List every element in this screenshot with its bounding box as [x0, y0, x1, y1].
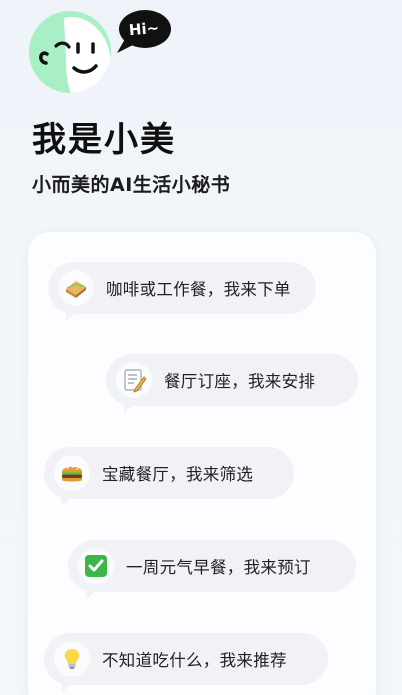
- feature-item-order-coffee[interactable]: 咖啡或工作餐，我来下单: [48, 262, 316, 321]
- feature-label: 餐厅订座，我来安排: [164, 372, 316, 391]
- page-title: 我是小美: [32, 120, 176, 160]
- feature-item-breakfast[interactable]: 一周元气早餐，我来预订: [68, 540, 356, 599]
- feature-card: 咖啡或工作餐，我来下单 餐厅订座，我来安排 宝藏餐厅，我来筛选 一周元气早餐，我…: [28, 232, 376, 695]
- feature-label: 宝藏餐厅，我来筛选: [102, 465, 254, 484]
- feature-item-find-restaurant[interactable]: 宝藏餐厅，我来筛选: [44, 447, 294, 506]
- feature-item-recommend[interactable]: 不知道吃什么，我来推荐: [44, 633, 328, 692]
- check-icon: [78, 548, 114, 584]
- mascot-avatar-icon: [26, 8, 116, 96]
- feature-item-reserve-table[interactable]: 餐厅订座，我来安排: [106, 354, 358, 413]
- burger-icon: [54, 455, 90, 491]
- header: Hi~ 我是小美 小而美的AI生活小秘书: [0, 0, 402, 230]
- page-subtitle: 小而美的AI生活小秘书: [32, 174, 231, 196]
- lightbulb-icon: [54, 641, 90, 677]
- feature-label: 不知道吃什么，我来推荐: [102, 651, 287, 670]
- feature-label: 咖啡或工作餐，我来下单: [106, 280, 291, 299]
- speech-bubble-text: Hi~: [128, 18, 160, 40]
- memo-icon: [116, 362, 152, 398]
- speech-bubble: Hi~: [115, 7, 173, 59]
- sandwich-icon: [58, 270, 94, 306]
- feature-label: 一周元气早餐，我来预订: [126, 558, 311, 577]
